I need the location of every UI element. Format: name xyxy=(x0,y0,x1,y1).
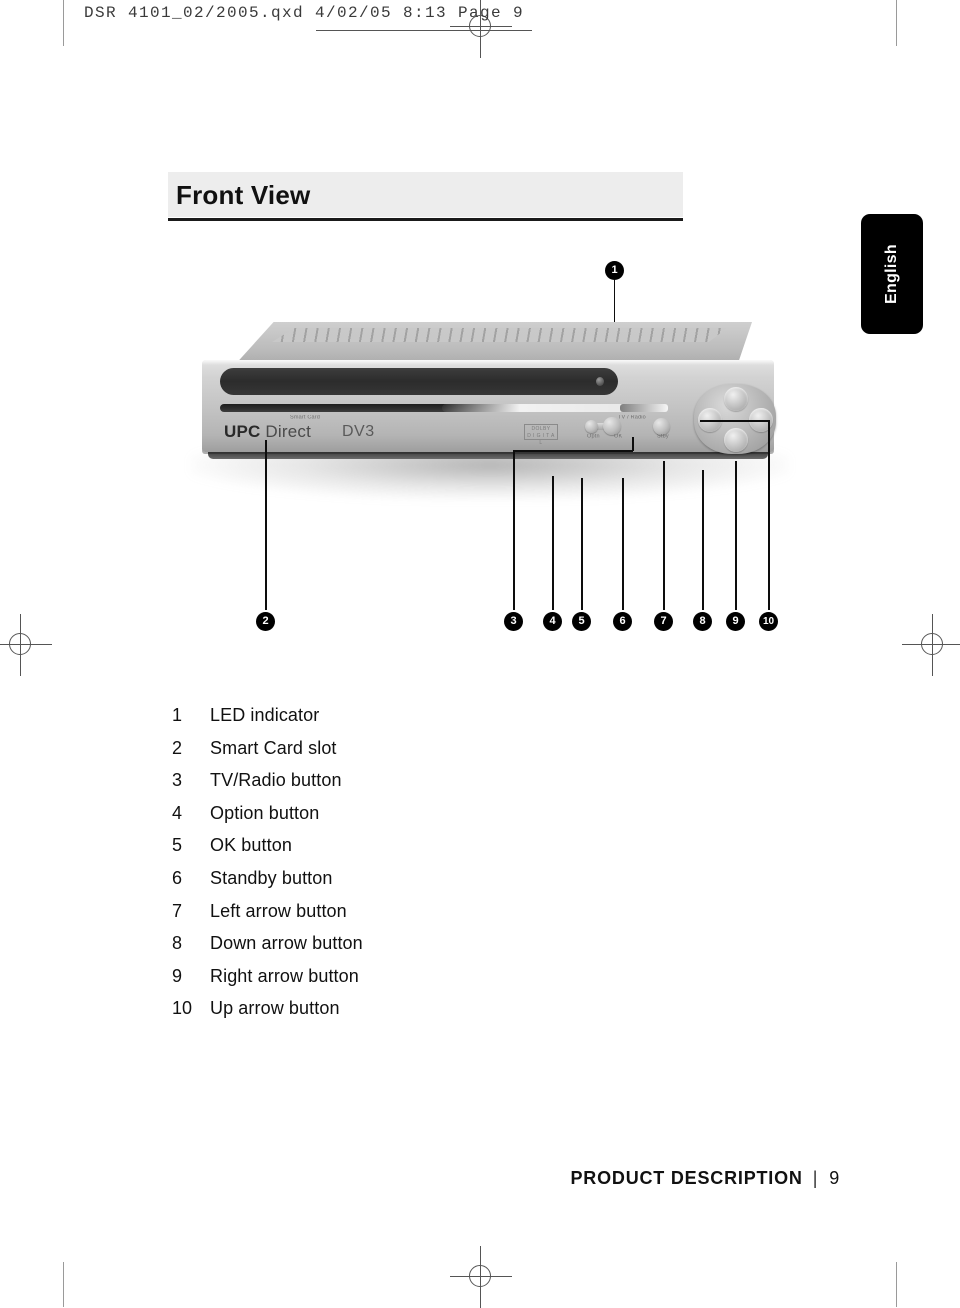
legend-list: 1 LED indicator 2 Smart Card slot 3 TV/R… xyxy=(172,705,632,1031)
footer-section-name: PRODUCT DESCRIPTION xyxy=(570,1168,803,1188)
display-window xyxy=(220,368,618,395)
callout-7: 7 xyxy=(654,612,673,631)
legend-label: Left arrow button xyxy=(210,900,347,921)
callout-10: 10 xyxy=(759,612,778,631)
direction-pad xyxy=(694,384,776,454)
legend-number: 5 xyxy=(172,835,183,856)
dolby-line-2: D I G I T A L xyxy=(527,433,555,446)
legend-item-10: 10 Up arrow button xyxy=(172,998,632,1031)
leader-line-7 xyxy=(663,461,665,610)
leader-line-4 xyxy=(552,476,554,610)
page-title: Front View xyxy=(168,172,683,217)
model-logo: DV3 xyxy=(342,423,375,440)
option-button[interactable] xyxy=(585,420,598,433)
brand-logo: UPC Direct xyxy=(224,422,311,442)
standby-button[interactable] xyxy=(653,418,670,435)
legend-number: 4 xyxy=(172,802,183,823)
legend-label: Option button xyxy=(210,802,320,823)
legend-label: Standby button xyxy=(210,867,333,888)
standby-button-label: Stby xyxy=(657,434,669,440)
smart-card-label: Smart Card xyxy=(290,415,321,421)
leader-line-3 xyxy=(513,450,515,610)
legend-label: Up arrow button xyxy=(210,998,340,1019)
leader-line-8 xyxy=(702,470,704,610)
legend-label: Right arrow button xyxy=(210,965,359,986)
legend-label: TV/Radio button xyxy=(210,770,342,791)
legend-item-4: 4 Option button xyxy=(172,803,632,836)
section-divider xyxy=(168,218,683,221)
legend-item-1: 1 LED indicator xyxy=(172,705,632,738)
leader-line-2 xyxy=(265,440,267,610)
legend-number: 6 xyxy=(172,867,183,888)
option-button-label: Optn xyxy=(587,434,600,440)
leader-line-5 xyxy=(581,478,583,610)
leader-line-10 xyxy=(768,420,770,610)
tv-radio-label: TV / Radio xyxy=(618,415,646,421)
ok-button[interactable] xyxy=(603,417,621,435)
legend-number: 3 xyxy=(172,770,183,791)
legend-number: 2 xyxy=(172,737,183,758)
legend-item-6: 6 Standby button xyxy=(172,868,632,901)
legend-number: 8 xyxy=(172,933,183,954)
device-front-face: Smart Card TV / Radio UPC Direct DV3 DOL… xyxy=(202,360,776,454)
legend-number: 7 xyxy=(172,900,183,921)
legend-number: 10 xyxy=(172,998,193,1019)
legend-label: Down arrow button xyxy=(210,933,363,954)
callout-4: 4 xyxy=(543,612,562,631)
led-indicator xyxy=(596,377,604,386)
up-arrow-button[interactable] xyxy=(724,387,748,411)
legend-number: 1 xyxy=(172,705,183,725)
legend-item-3: 3 TV/Radio button xyxy=(172,770,632,803)
callout-8: 8 xyxy=(693,612,712,631)
legend-label: LED indicator xyxy=(210,705,320,725)
page-footer: PRODUCT DESCRIPTION | 9 xyxy=(0,1168,960,1189)
legend-label: Smart Card slot xyxy=(210,737,337,758)
device-illustration: Smart Card TV / Radio UPC Direct DV3 DOL… xyxy=(168,248,808,648)
footer-page-number: 9 xyxy=(829,1168,840,1188)
language-tab: English xyxy=(861,214,923,334)
brand-logo-direct: Direct xyxy=(260,422,312,441)
leader-line-3-horizontal xyxy=(513,450,633,452)
callout-3: 3 xyxy=(504,612,523,631)
legend-number: 9 xyxy=(172,965,183,986)
ok-button-label: OK xyxy=(614,434,623,440)
leader-line-6 xyxy=(622,478,624,610)
leader-line-10-horizontal xyxy=(700,420,770,422)
section-heading-block: Front View xyxy=(168,172,683,221)
legend-item-8: 8 Down arrow button xyxy=(172,933,632,966)
tv-radio-button[interactable] xyxy=(620,404,668,412)
leader-line-3-riser xyxy=(632,437,634,451)
brand-logo-upc: UPC xyxy=(224,422,261,441)
callout-6: 6 xyxy=(613,612,632,631)
legend-item-9: 9 Right arrow button xyxy=(172,966,632,999)
ventilation-slots xyxy=(272,328,727,342)
callout-2: 2 xyxy=(256,612,275,631)
callout-5: 5 xyxy=(572,612,591,631)
down-arrow-button[interactable] xyxy=(724,428,748,452)
dolby-line-1: DOLBY xyxy=(531,426,551,432)
leader-line-9 xyxy=(735,461,737,610)
legend-label: OK button xyxy=(210,835,292,856)
legend-item-2: 2 Smart Card slot xyxy=(172,738,632,771)
footer-divider: | xyxy=(812,1168,819,1188)
face-top-highlight xyxy=(202,360,774,365)
page-body: Front View English 1 Smart Card TV / Rad… xyxy=(0,0,960,1307)
legend-item-7: 7 Left arrow button xyxy=(172,901,632,934)
callout-9: 9 xyxy=(726,612,745,631)
dolby-digital-logo: DOLBY D I G I T A L xyxy=(524,424,558,446)
language-tab-label: English xyxy=(883,244,900,304)
legend-item-5: 5 OK button xyxy=(172,835,632,868)
